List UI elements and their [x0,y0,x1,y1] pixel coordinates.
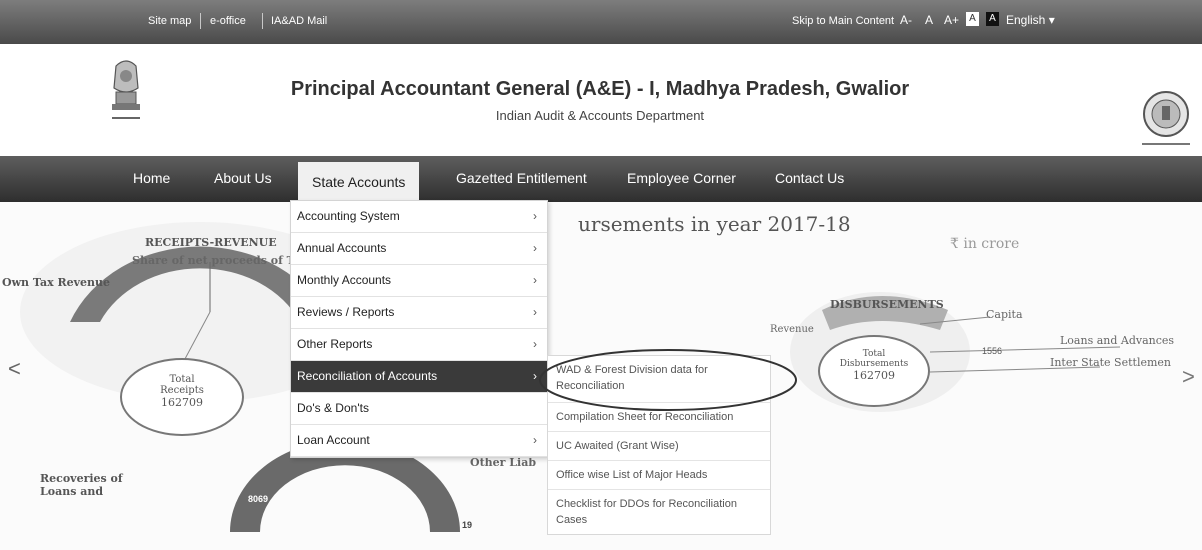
menu-item-reconciliation-of-accounts[interactable]: Reconciliation of Accounts › [291,361,547,393]
font-normal-button[interactable]: A [925,13,933,27]
national-emblem-icon [112,60,140,119]
banner-unit-note: ₹ in crore [950,236,1020,252]
nav-contact-us[interactable]: Contact Us [775,170,844,186]
total-receipts-value: 162709 [161,396,203,409]
menu-item-reviews-reports[interactable]: Reviews / Reports › [291,297,547,329]
menu-item-label: Other Reports [297,337,373,351]
total-receipts-circle: Total Receipts 162709 [120,358,244,436]
chevron-right-icon: › [533,433,537,447]
contrast-light-button[interactable]: A [966,12,979,26]
inter-state-settlement-label: Inter State Settlemen [1050,356,1171,369]
chevron-right-icon: › [533,369,537,383]
chevron-down-icon: ▾ [1048,13,1055,27]
language-select[interactable]: English ▾ [1006,13,1055,27]
disbursements-title: DISBURSEMENTS [830,298,944,311]
total-disbursements-value: 162709 [853,369,895,382]
nav-employee-corner[interactable]: Employee Corner [627,170,736,186]
revenue-label: Revenue [770,324,814,335]
contrast-dark-button[interactable]: A [986,12,999,26]
sitemap-link[interactable]: Site map [148,15,191,27]
submenu-item-compilation-sheet[interactable]: Compilation Sheet for Reconciliation [548,403,770,432]
top-utility-bar: Site map e-office IA&AD Mail Skip to Mai… [0,0,1202,44]
value-19: 19 [462,520,473,530]
chevron-right-icon: › [533,273,537,287]
divider [200,13,201,29]
skip-to-main-content-link[interactable]: Skip to Main Content [792,15,894,27]
menu-item-annual-accounts[interactable]: Annual Accounts › [291,233,547,265]
carousel-next-button[interactable]: > [1182,364,1195,390]
nav-home[interactable]: Home [133,170,170,186]
value-1556: 1556 [982,346,1003,356]
eoffice-link[interactable]: e-office [210,15,246,27]
total-disbursements-circle: Total Disbursements 162709 [818,335,930,407]
font-decrease-button[interactable]: A- [900,13,912,27]
loans-advances-label: Loans and Advances [1060,334,1175,347]
nav-about-us[interactable]: About Us [214,170,272,186]
menu-item-label: Accounting System [297,209,400,223]
submenu-item-office-wise-major-heads[interactable]: Office wise List of Major Heads [548,461,770,490]
cag-seal-icon [1142,91,1190,145]
main-navbar: Home About Us State Accounts Gazetted En… [0,156,1202,202]
language-label: English [1006,13,1046,27]
menu-item-label: Monthly Accounts [297,273,392,287]
menu-item-dos-and-donts[interactable]: Do's & Don'ts [291,393,547,425]
nav-state-accounts[interactable]: State Accounts [298,162,420,202]
menu-item-label: Reconciliation of Accounts [297,369,438,383]
state-accounts-dropdown: Accounting System › Annual Accounts › Mont… [290,200,548,458]
nav-gazetted-entitlement[interactable]: Gazetted Entitlement [456,170,587,186]
submenu-item-uc-awaited[interactable]: UC Awaited (Grant Wise) [548,432,770,461]
menu-item-loan-account[interactable]: Loan Account › [291,425,547,457]
total-disbursements-label: Total Disbursements [839,349,909,369]
menu-item-label: Loan Account [297,433,370,447]
menu-item-other-reports[interactable]: Other Reports › [291,329,547,361]
chevron-right-icon: › [533,209,537,223]
submenu-item-wad-forest-division[interactable]: WAD & Forest Division data for Reconcili… [548,356,770,403]
font-increase-button[interactable]: A+ [944,13,959,27]
chevron-right-icon: › [533,305,537,319]
page-subtitle: Indian Audit & Accounts Department [495,108,705,123]
menu-item-label: Do's & Don'ts [297,401,369,415]
menu-item-accounting-system[interactable]: Accounting System › [291,201,547,233]
carousel-prev-button[interactable]: < [8,356,21,382]
chevron-right-icon: › [533,337,537,351]
reconciliation-submenu: WAD & Forest Division data for Reconcili… [547,355,771,535]
menu-item-label: Reviews / Reports [297,305,395,319]
banner-heading: ursements in year 2017-18 [578,212,851,236]
iaad-mail-link[interactable]: IA&AD Mail [271,15,327,27]
recoveries-label: Recoveries of Loans and [40,472,123,498]
menu-item-monthly-accounts[interactable]: Monthly Accounts › [291,265,547,297]
capital-label: Capita [986,308,1023,321]
total-receipts-label: Total Receipts [160,374,204,396]
value-8069: 8069 [248,494,269,504]
chevron-right-icon: › [533,241,537,255]
receipts-subtitle: Share of net proceeds of T [132,254,295,267]
page-title: Principal Accountant General (A&E) - I, … [290,78,910,100]
receipts-title: RECEIPTS-REVENUE [145,236,277,249]
own-tax-revenue-label: Own Tax Revenue [2,276,111,289]
submenu-item-checklist-ddos[interactable]: Checklist for DDOs for Reconciliation Ca… [548,490,770,534]
divider [262,13,263,29]
menu-item-label: Annual Accounts [297,241,387,255]
